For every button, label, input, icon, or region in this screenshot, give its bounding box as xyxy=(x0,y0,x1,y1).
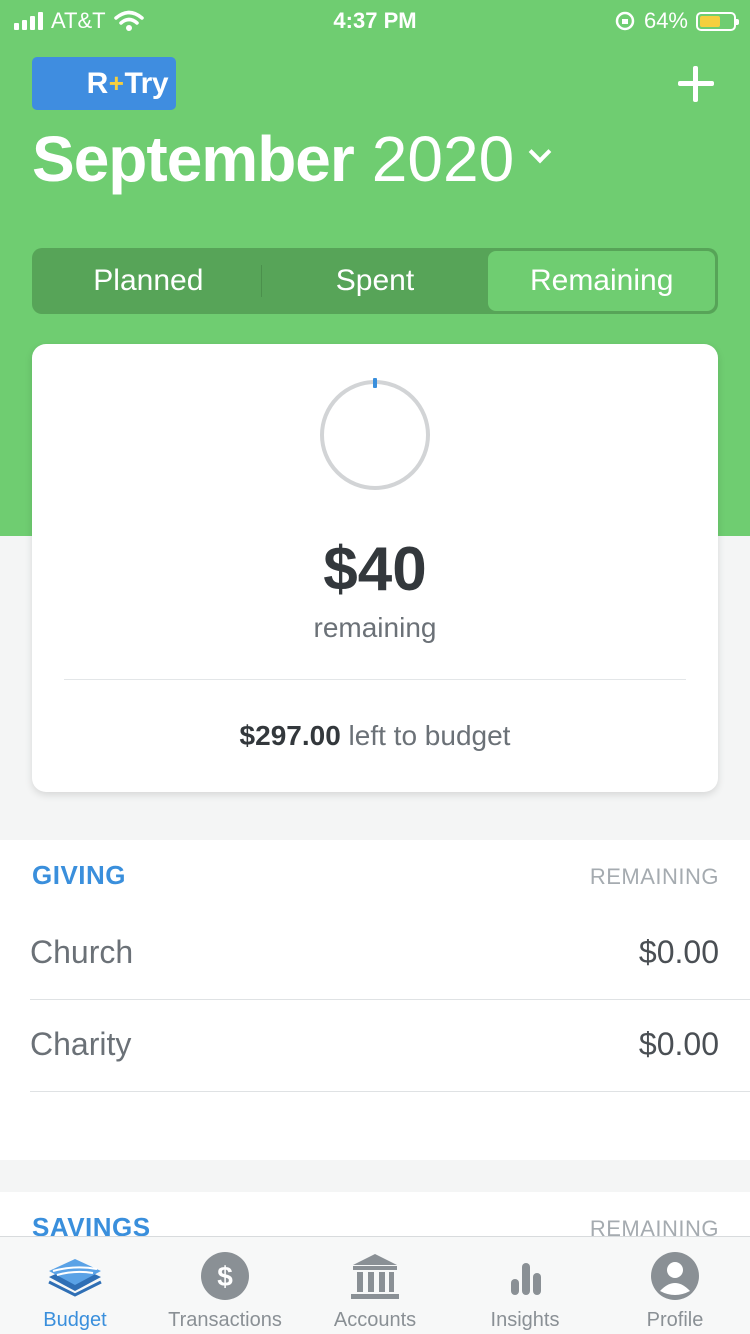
remaining-amount: $40 xyxy=(323,535,427,604)
tab-label: Transactions xyxy=(168,1309,282,1331)
giving-section: GIVING REMAINING Church $0.00 Charity $0… xyxy=(0,840,750,1160)
tab-remaining[interactable]: Remaining xyxy=(488,251,716,311)
tab-label: Budget xyxy=(43,1309,107,1331)
add-icon[interactable] xyxy=(678,66,714,102)
budget-view-segmented-control: Planned Spent Remaining xyxy=(32,248,718,314)
month-label: September xyxy=(32,123,355,195)
item-name: Charity xyxy=(30,1026,132,1062)
year-label: 2020 xyxy=(371,123,515,195)
battery-icon xyxy=(696,11,739,31)
tab-insights[interactable]: Insights xyxy=(450,1237,600,1334)
budget-item-church[interactable]: Church $0.00 xyxy=(30,908,750,1000)
profile-icon xyxy=(651,1252,699,1300)
tab-transactions[interactable]: $ Transactions xyxy=(150,1237,300,1334)
tab-budget[interactable]: Budget xyxy=(0,1237,150,1334)
progress-ring xyxy=(320,378,430,490)
tab-profile[interactable]: Profile xyxy=(600,1237,750,1334)
svg-text:$: $ xyxy=(217,1261,233,1292)
tab-planned[interactable]: Planned xyxy=(35,251,262,311)
left-to-budget-amount: $297.00 xyxy=(239,720,341,751)
tab-accounts[interactable]: Accounts xyxy=(300,1237,450,1334)
try-badge-r: R xyxy=(86,66,109,100)
bottom-tab-bar: Budget $ Transactions Accounts Insights xyxy=(0,1236,750,1334)
item-amount: $0.00 xyxy=(638,934,719,970)
chevron-down-icon xyxy=(528,140,552,164)
item-name: Church xyxy=(30,934,134,970)
tab-spent[interactable]: Spent xyxy=(262,251,489,311)
rotation-lock-icon xyxy=(615,11,635,31)
dollar-icon: $ xyxy=(201,1252,249,1300)
tab-label: Insights xyxy=(490,1309,560,1331)
month-selector[interactable]: September 2020 xyxy=(32,122,552,196)
try-plus-badge[interactable]: R + Try xyxy=(32,57,176,110)
item-amount: $0.00 xyxy=(638,1026,719,1062)
column-header-remaining: REMAINING xyxy=(589,864,719,889)
left-to-budget: $297.00 left to budget xyxy=(32,720,718,752)
divider xyxy=(64,679,686,680)
summary-card: $40 remaining $297.00 left to budget xyxy=(32,344,718,792)
budget-icon xyxy=(48,1259,102,1297)
left-to-budget-label: left to budget xyxy=(348,720,511,751)
try-badge-text: Try xyxy=(124,66,168,100)
tab-label: Accounts xyxy=(333,1309,417,1331)
bar-chart-icon xyxy=(511,1263,541,1295)
tab-label: Profile xyxy=(646,1309,704,1331)
section-title-giving[interactable]: GIVING xyxy=(32,860,126,891)
remaining-label: remaining xyxy=(313,612,437,643)
status-bar: AT&T 4:37 PM 64% xyxy=(0,0,750,40)
try-badge-plus: + xyxy=(108,68,124,98)
bank-icon xyxy=(351,1254,399,1299)
budget-item-charity[interactable]: Charity $0.00 xyxy=(30,1000,750,1092)
battery-percent: 64% xyxy=(643,8,688,33)
